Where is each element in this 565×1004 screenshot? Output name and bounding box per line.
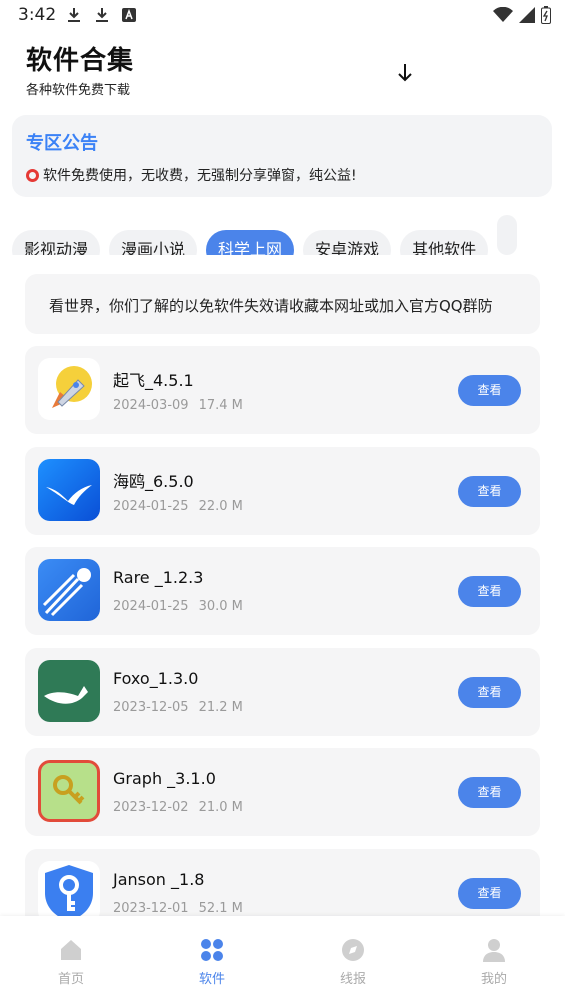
user-icon (482, 938, 506, 962)
rocket-icon (38, 358, 100, 420)
nav-software-label: 软件 (198, 972, 225, 987)
nav-deals[interactable]: 线报 (313, 938, 393, 987)
seagull-icon (38, 459, 100, 521)
a-notification-icon (121, 6, 137, 24)
nav-deals-label: 线报 (339, 972, 366, 987)
list-item[interactable]: Rare _1.2.3 2024-01-25 30.0 M 查看 (25, 547, 540, 635)
compass-icon (341, 938, 365, 962)
list-item[interactable]: 海鸥_6.5.0 2024-01-25 22.0 M 查看 (25, 447, 540, 535)
nav-home[interactable]: 首页 (31, 938, 111, 987)
page-header: 软件合集 各种软件免费下载 (26, 40, 134, 98)
signal-icon (519, 7, 535, 27)
fox-icon (38, 660, 100, 722)
app-name: Rare _1.2.3 (113, 568, 204, 587)
download-notification-icon (66, 6, 82, 24)
comet-icon (38, 559, 100, 621)
nav-home-label: 首页 (57, 972, 84, 987)
download-arrow-icon[interactable] (396, 62, 414, 84)
view-button[interactable]: 查看 (458, 677, 521, 708)
list-item[interactable]: Foxo_1.3.0 2023-12-05 21.2 M 查看 (25, 648, 540, 736)
scrolling-notice-text: 看世界，你们了解的以免软件失效请收藏本网址或加入官方QQ群防 (49, 297, 493, 315)
status-bar: 3:42 (0, 0, 565, 32)
app-name: Graph _3.1.0 (113, 769, 216, 788)
list-item[interactable]: 起飞_4.5.1 2024-03-09 17.4 M 查看 (25, 346, 540, 434)
status-time: 3:42 (18, 5, 57, 25)
page-subtitle: 各种软件免费下载 (26, 83, 131, 98)
scrolling-notice: 看世界，你们了解的以免软件失效请收藏本网址或加入官方QQ群防 (25, 274, 540, 334)
view-button[interactable]: 查看 (458, 576, 521, 607)
grid-icon (200, 938, 224, 962)
nav-profile[interactable]: 我的 (454, 938, 534, 987)
app-name: Foxo_1.3.0 (113, 669, 199, 688)
category-tabs: 影视动漫 漫画小说 科学上网 安卓游戏 其他软件 (12, 215, 565, 255)
app-name: 海鸥_6.5.0 (113, 472, 194, 491)
app-date: 2023-12-01 (113, 901, 189, 916)
key-shield-icon (38, 861, 100, 916)
list-item[interactable]: Janson _1.8 2023-12-01 52.1 M 查看 (25, 849, 540, 916)
announcement-title: 专区公告 (26, 133, 98, 154)
app-date: 2023-12-02 (113, 800, 189, 815)
app-size: 22.0 M (198, 499, 243, 514)
app-size: 17.4 M (198, 398, 243, 413)
app-size: 30.0 M (198, 599, 243, 614)
view-button[interactable]: 查看 (458, 878, 521, 909)
home-icon (59, 938, 83, 962)
app-size: 21.2 M (198, 700, 243, 715)
app-name: 起飞_4.5.1 (113, 371, 194, 390)
tab-partial[interactable] (497, 215, 518, 255)
wifi-icon (493, 6, 513, 27)
download-notification-icon (94, 6, 110, 24)
app-size: 21.0 M (198, 800, 243, 815)
tab-film-anime[interactable]: 影视动漫 (12, 230, 101, 255)
tab-vpn[interactable]: 科学上网 (206, 230, 295, 255)
app-size: 52.1 M (198, 901, 243, 916)
tab-android-games[interactable]: 安卓游戏 (303, 230, 392, 255)
app-date: 2024-01-25 (113, 499, 189, 514)
app-date: 2024-01-25 (113, 599, 189, 614)
app-date: 2024-03-09 (113, 398, 189, 413)
view-button[interactable]: 查看 (458, 476, 521, 507)
red-circle-icon (26, 168, 39, 182)
keys-icon (38, 760, 100, 822)
nav-profile-label: 我的 (480, 972, 507, 987)
page-title: 软件合集 (26, 46, 135, 76)
tab-other-software[interactable]: 其他软件 (400, 230, 489, 255)
bottom-navigation: 首页 软件 线报 我的 (0, 916, 565, 1004)
nav-software[interactable]: 软件 (172, 938, 252, 987)
view-button[interactable]: 查看 (458, 777, 521, 808)
app-list: 起飞_4.5.1 2024-03-09 17.4 M 查看 海鸥_6.5.0 20… (25, 346, 540, 916)
list-item[interactable]: Graph _3.1.0 2023-12-02 21.0 M 查看 (25, 748, 540, 836)
announcement-text: 软件免费使用，无收费，无强制分享弹窗，纯公益! (43, 168, 357, 184)
announcement-panel: 专区公告 软件免费使用，无收费，无强制分享弹窗，纯公益! (12, 115, 552, 197)
app-date: 2023-12-05 (113, 700, 189, 715)
app-name: Janson _1.8 (113, 870, 205, 889)
battery-icon (541, 6, 551, 28)
view-button[interactable]: 查看 (458, 375, 521, 406)
tab-comics-novels[interactable]: 漫画小说 (109, 230, 198, 255)
